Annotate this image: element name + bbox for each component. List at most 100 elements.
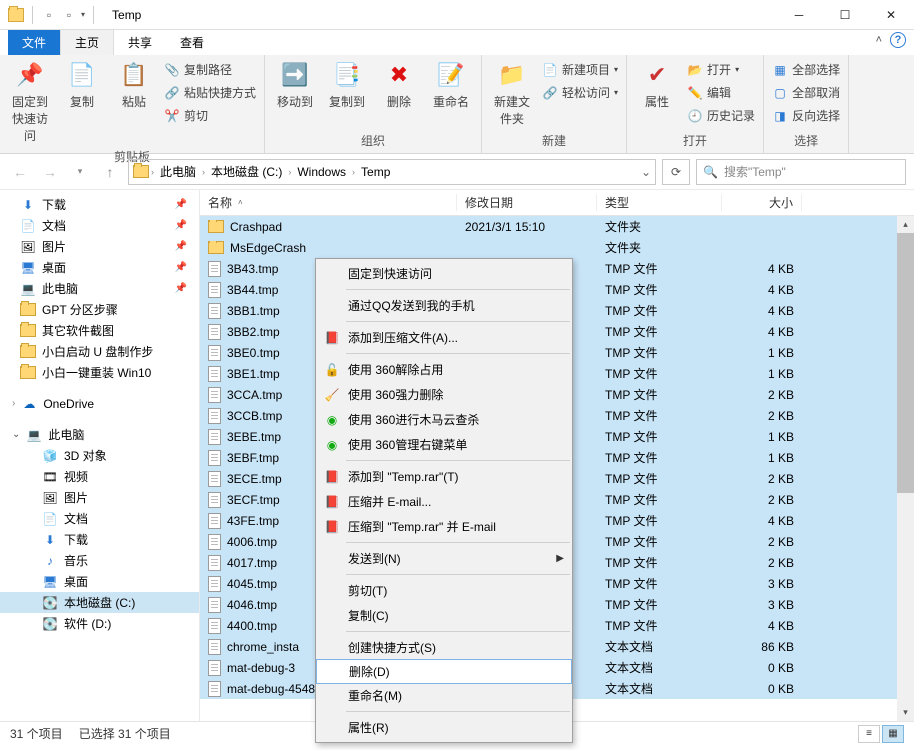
sidebar-item-desktop[interactable]: 🖥桌面📌 xyxy=(0,257,199,278)
tab-view[interactable]: 查看 xyxy=(166,30,218,55)
newitem-button[interactable]: 📄新建项目▾ xyxy=(540,59,620,80)
edit-button[interactable]: ✏️编辑 xyxy=(685,82,757,103)
ctx-360unlock[interactable]: 🔓使用 360解除占用 xyxy=(316,357,572,382)
close-button[interactable]: ✕ xyxy=(868,0,914,30)
table-row[interactable]: MsEdgeCrash文件夹 xyxy=(200,237,914,258)
sidebar-item-xiaobai2[interactable]: 小白一键重装 Win10 xyxy=(0,362,199,383)
ctx-zipemail[interactable]: 📕压缩并 E-mail... xyxy=(316,489,572,514)
scroll-thumb[interactable] xyxy=(897,233,914,493)
sidebar-item-3d[interactable]: 🧊3D 对象 xyxy=(0,445,199,466)
context-menu: 固定到快速访问 通过QQ发送到我的手机 📕添加到压缩文件(A)... 🔓使用 3… xyxy=(315,258,573,743)
history-button[interactable]: 🕘历史记录 xyxy=(685,105,757,126)
tab-home[interactable]: 主页 xyxy=(60,29,114,55)
view-icons-button[interactable]: ▦ xyxy=(882,725,904,743)
copy-button[interactable]: 📄复制 xyxy=(58,57,106,112)
crumb-windows[interactable]: Windows xyxy=(293,165,350,179)
ctx-sendto[interactable]: 发送到(N)▶ xyxy=(316,546,572,571)
invert-button[interactable]: ◨反向选择 xyxy=(770,105,842,126)
paste-button[interactable]: 📋粘贴 xyxy=(110,57,158,112)
file-icon xyxy=(208,324,221,340)
ctx-addarchive[interactable]: 📕添加到压缩文件(A)... xyxy=(316,325,572,350)
newfolder-button[interactable]: 📁新建文件夹 xyxy=(488,57,536,129)
properties-button[interactable]: ✔属性 xyxy=(633,57,681,112)
search-input[interactable]: 🔍 搜索"Temp" xyxy=(696,159,906,185)
tab-file[interactable]: 文件 xyxy=(8,30,60,55)
back-button[interactable]: ← xyxy=(8,160,32,184)
pin-button[interactable]: 📌固定到快速访问 xyxy=(6,57,54,146)
ctx-360menu[interactable]: ◉使用 360管理右键菜单 xyxy=(316,432,572,457)
sidebar-item-onedrive[interactable]: ›☁OneDrive xyxy=(0,393,199,414)
ctx-360force[interactable]: 🧹使用 360强力删除 xyxy=(316,382,572,407)
sidebar-item-documents2[interactable]: 📄文档 xyxy=(0,508,199,529)
scroll-down-icon[interactable]: ▾ xyxy=(897,704,914,721)
file-type: TMP 文件 xyxy=(597,386,722,403)
sidebar-item-documents[interactable]: 📄文档📌 xyxy=(0,215,199,236)
col-name[interactable]: 名称˄ xyxy=(200,194,457,211)
col-date[interactable]: 修改日期 xyxy=(457,194,597,211)
qat-item[interactable]: ▫ xyxy=(61,8,77,22)
selectall-button[interactable]: ▦全部选择 xyxy=(770,59,842,80)
forward-button[interactable]: → xyxy=(38,160,62,184)
file-icon xyxy=(208,282,221,298)
rename-button[interactable]: 📝重命名 xyxy=(427,57,475,112)
sidebar-item-thispc-main[interactable]: ⌄💻此电脑 xyxy=(0,424,199,445)
sidebar-item-pictures[interactable]: 🖼图片📌 xyxy=(0,236,199,257)
recent-button[interactable]: ▾ xyxy=(68,160,92,184)
sidebar-item-xiaobai1[interactable]: 小白启动 U 盘制作步 xyxy=(0,341,199,362)
ctx-ziptemp[interactable]: 📕压缩到 "Temp.rar" 并 E-mail xyxy=(316,514,572,539)
ctx-delete[interactable]: 删除(D) xyxy=(316,659,572,684)
maximize-button[interactable]: ☐ xyxy=(822,0,868,30)
tab-share[interactable]: 共享 xyxy=(114,30,166,55)
selectnone-button[interactable]: ▢全部取消 xyxy=(770,82,842,103)
qat-item[interactable]: ▫ xyxy=(41,8,57,22)
cut-button[interactable]: ✂️剪切 xyxy=(162,105,258,126)
sidebar-item-desktop2[interactable]: 🖥桌面 xyxy=(0,571,199,592)
open-button[interactable]: 📂打开▾ xyxy=(685,59,757,80)
sidebar-item-video[interactable]: 🎞视频 xyxy=(0,466,199,487)
copypath-button[interactable]: 📎复制路径 xyxy=(162,59,258,80)
delete-button[interactable]: ✖删除 xyxy=(375,57,423,112)
qat-expand-icon[interactable]: ▾ xyxy=(81,10,85,19)
ctx-cut[interactable]: 剪切(T) xyxy=(316,578,572,603)
ctx-copy[interactable]: 复制(C) xyxy=(316,603,572,628)
copyto-button[interactable]: 📑复制到 xyxy=(323,57,371,112)
file-type: 文件夹 xyxy=(597,239,722,256)
sidebar-item-other[interactable]: 其它软件截图 xyxy=(0,320,199,341)
sidebar-item-downloads2[interactable]: ⬇下载 xyxy=(0,529,199,550)
crumb-temp[interactable]: Temp xyxy=(357,165,394,179)
col-size[interactable]: 大小 xyxy=(722,194,802,211)
sidebar-item-downloads[interactable]: ⬇下载📌 xyxy=(0,194,199,215)
easyaccess-button[interactable]: 🔗轻松访问▾ xyxy=(540,82,620,103)
sidebar-item-thispc[interactable]: 💻此电脑📌 xyxy=(0,278,199,299)
file-type: TMP 文件 xyxy=(597,428,722,445)
ctx-qq[interactable]: 通过QQ发送到我的手机 xyxy=(316,293,572,318)
ctx-pin[interactable]: 固定到快速访问 xyxy=(316,261,572,286)
minimize-button[interactable]: ─ xyxy=(776,0,822,30)
group-organize: 组织 xyxy=(271,130,475,151)
col-type[interactable]: 类型 xyxy=(597,194,722,211)
up-button[interactable]: ↑ xyxy=(98,160,122,184)
ctx-addtemprar[interactable]: 📕添加到 "Temp.rar"(T) xyxy=(316,464,572,489)
path-expand-icon[interactable]: ⌄ xyxy=(641,165,651,179)
ribbon-collapse-icon[interactable]: ˄ xyxy=(876,34,882,46)
crumb-pc[interactable]: 此电脑 xyxy=(156,163,200,180)
sidebar-item-ddrive[interactable]: 💽软件 (D:) xyxy=(0,613,199,634)
sidebar-item-pictures2[interactable]: 🖼图片 xyxy=(0,487,199,508)
view-details-button[interactable]: ≡ xyxy=(858,725,880,743)
crumb-drive[interactable]: 本地磁盘 (C:) xyxy=(207,163,286,180)
help-icon[interactable]: ? xyxy=(890,32,906,48)
ctx-rename[interactable]: 重命名(M) xyxy=(316,683,572,708)
sidebar-item-gpt[interactable]: GPT 分区步骤 xyxy=(0,299,199,320)
scrollbar[interactable]: ▴ ▾ xyxy=(897,216,914,721)
sidebar-item-music[interactable]: ♪音乐 xyxy=(0,550,199,571)
scroll-up-icon[interactable]: ▴ xyxy=(897,216,914,233)
breadcrumb[interactable]: › 此电脑› 本地磁盘 (C:)› Windows› Temp ⌄ xyxy=(128,159,656,185)
moveto-button[interactable]: ➡️移动到 xyxy=(271,57,319,112)
ctx-properties[interactable]: 属性(R) xyxy=(316,715,572,740)
sidebar-item-cdrive[interactable]: 💽本地磁盘 (C:) xyxy=(0,592,199,613)
pasteshortcut-button[interactable]: 🔗粘贴快捷方式 xyxy=(162,82,258,103)
ctx-360scan[interactable]: ◉使用 360进行木马云查杀 xyxy=(316,407,572,432)
ctx-shortcut[interactable]: 创建快捷方式(S) xyxy=(316,635,572,660)
table-row[interactable]: Crashpad2021/3/1 15:10文件夹 xyxy=(200,216,914,237)
refresh-button[interactable]: ⟳ xyxy=(662,159,690,185)
